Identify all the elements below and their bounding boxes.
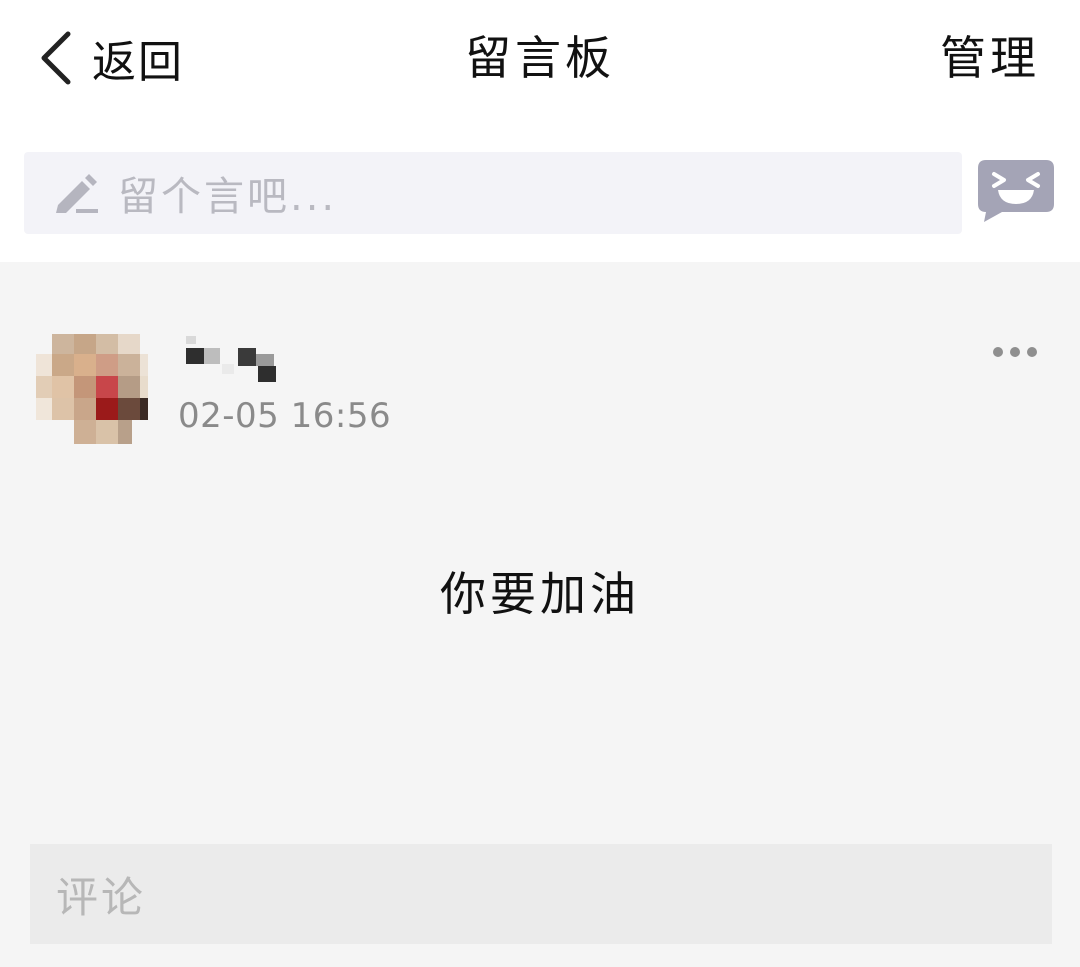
page-title: 留言板	[465, 31, 615, 85]
more-button[interactable]	[990, 340, 1040, 364]
more-icon	[993, 347, 1037, 357]
compose-row: 留个言吧...	[0, 120, 1080, 262]
manage-button[interactable]: 管理	[940, 28, 1040, 88]
message-placeholder: 留个言吧...	[118, 174, 338, 220]
top-bar: 返回 留言板 管理	[0, 0, 1080, 120]
message-list: 02-05 16:56 你要加油 评论	[0, 262, 1080, 967]
message-content: 你要加油	[440, 567, 640, 621]
emoji-icon	[978, 160, 1054, 222]
message-input[interactable]: 留个言吧...	[24, 152, 962, 234]
username[interactable]	[182, 334, 302, 386]
avatar[interactable]	[36, 334, 148, 446]
post-time: 02-05 16:56	[178, 396, 392, 436]
comment-input[interactable]: 评论	[30, 844, 1052, 944]
comment-placeholder: 评论	[56, 872, 147, 922]
pencil-icon	[56, 174, 98, 213]
emoji-button[interactable]	[978, 160, 1054, 228]
